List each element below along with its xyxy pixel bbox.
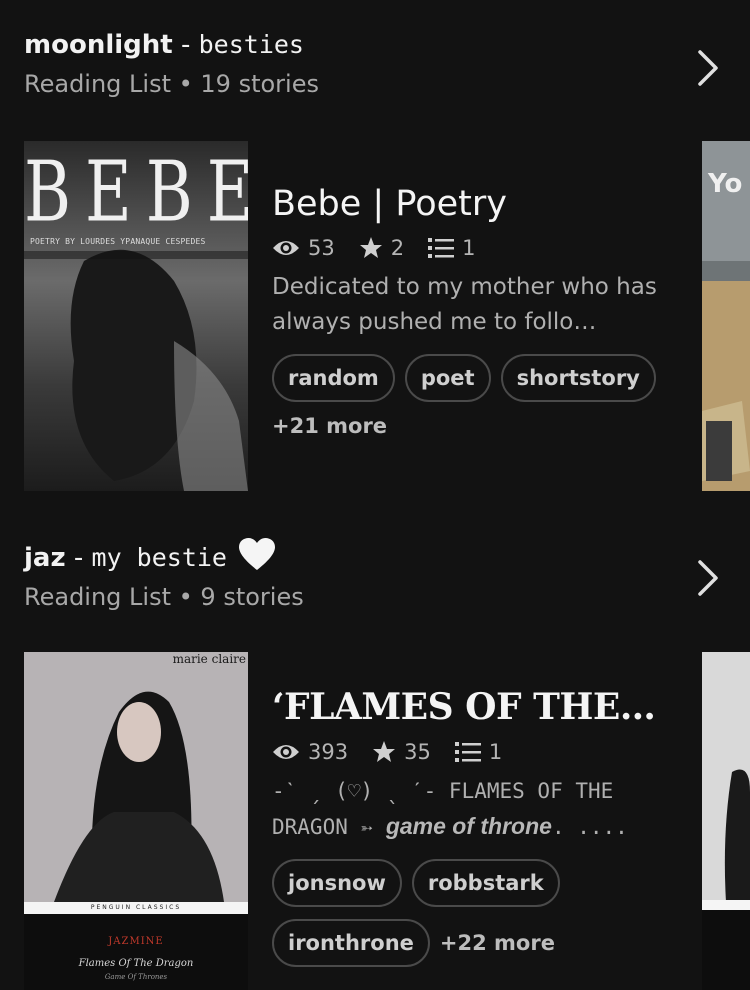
star-icon <box>373 741 396 762</box>
list-owner[interactable]: moonlight <box>24 30 173 60</box>
reading-list-title: jaz - my bestie <box>24 538 304 575</box>
star-icon <box>359 237 382 258</box>
reading-list-subtitle: Reading List • 9 stories <box>24 583 304 611</box>
parts-count: 1 <box>488 740 503 764</box>
story-cover[interactable]: marie claire PENGUIN CLASSICS JAZMINE Fl… <box>24 652 248 990</box>
story-description: Dedicated to my mother who has always pu… <box>272 274 657 335</box>
more-tags-link[interactable]: +21 more <box>272 414 722 438</box>
parts-stat: 1 <box>428 236 475 260</box>
eye-icon <box>273 241 299 255</box>
tag-pill[interactable]: ironthrone <box>272 919 430 967</box>
list-icon <box>454 742 481 762</box>
parts-count: 1 <box>462 236 476 260</box>
next-story-cover[interactable]: Yo <box>702 141 750 491</box>
cover-title: BEBE <box>24 145 248 242</box>
story-title[interactable]: ‘FLAMES OF THE… <box>272 686 722 728</box>
list-owner[interactable]: jaz <box>24 543 66 573</box>
list-name: my bestie <box>91 543 227 572</box>
reads-stat: 53 <box>272 236 335 260</box>
white-heart-icon <box>239 538 276 570</box>
cover-series: Game Of Thrones <box>104 973 168 981</box>
reads-count: 53 <box>308 236 335 260</box>
story-cover[interactable]: BEBE POETRY BY LOURDES YPANAQUE CESPEDES <box>24 141 248 491</box>
tag-pill[interactable]: random <box>272 354 395 402</box>
reads-count: 393 <box>308 740 349 764</box>
story-stats: 393 35 1 <box>272 740 722 764</box>
votes-count: 35 <box>404 740 431 764</box>
tag-pill[interactable]: poet <box>404 354 491 402</box>
list-icon <box>428 238 455 258</box>
cover-publisher: PENGUIN CLASSICS <box>90 904 182 911</box>
story-description: -ˋ ˏ (♡) ˎ ˊ- FLAMES OF THE DRAGON ➳ gam… <box>272 774 672 845</box>
list-name: besties <box>198 30 304 59</box>
reads-stat: 393 <box>272 740 348 764</box>
story-title[interactable]: Bebe | Poetry <box>272 184 722 224</box>
description-tail: . .... <box>551 815 628 839</box>
description-emphasis: game of throne <box>385 813 552 839</box>
title-separator: - <box>172 30 199 60</box>
eye-icon <box>273 745 299 759</box>
story-info: ‘FLAMES OF THE… 393 35 1 -ˋ ˏ (♡) ˎ ˊ- F… <box>272 686 722 979</box>
votes-stat: 35 <box>372 740 431 764</box>
cover-brand: marie claire <box>172 652 246 666</box>
reading-list-moonlight: moonlight - besties Reading List • 19 st… <box>0 0 750 500</box>
tag-list: jonsnow robbstark ironthrone +22 more <box>272 859 722 979</box>
cover-book-title: Flames Of The Dragon <box>78 958 194 969</box>
story-info: Bebe | Poetry 53 2 1 Dedicated to my mot… <box>272 184 722 438</box>
votes-stat: 2 <box>359 236 404 260</box>
cover-subtitle: POETRY BY LOURDES YPANAQUE CESPEDES <box>30 237 206 246</box>
story-stats: 53 2 1 <box>272 236 722 260</box>
reading-list-subtitle: Reading List • 19 stories <box>24 70 319 98</box>
chevron-right-icon[interactable] <box>688 558 728 598</box>
reading-list-jaz: jaz - my bestie Reading List • 9 stories… <box>0 510 750 990</box>
cover-author: JAZMINE <box>108 936 164 947</box>
reading-list-header[interactable]: jaz - my bestie Reading List • 9 stories <box>24 538 304 611</box>
next-story-cover[interactable] <box>702 652 750 990</box>
tag-pill[interactable]: shortstory <box>500 354 656 402</box>
tag-list: random poet shortstory <box>272 354 722 414</box>
title-separator: - <box>65 543 92 573</box>
chevron-right-icon[interactable] <box>688 48 728 88</box>
tag-pill[interactable]: robbstark <box>411 859 560 907</box>
reading-list-header[interactable]: moonlight - besties Reading List • 19 st… <box>24 28 319 98</box>
votes-count: 2 <box>390 236 405 260</box>
tag-pill[interactable]: jonsnow <box>272 859 402 907</box>
parts-stat: 1 <box>454 740 503 764</box>
reading-list-title: moonlight - besties <box>24 28 319 62</box>
next-story-cover-text: Yo <box>708 169 743 199</box>
more-tags-link[interactable]: +22 more <box>440 931 555 955</box>
